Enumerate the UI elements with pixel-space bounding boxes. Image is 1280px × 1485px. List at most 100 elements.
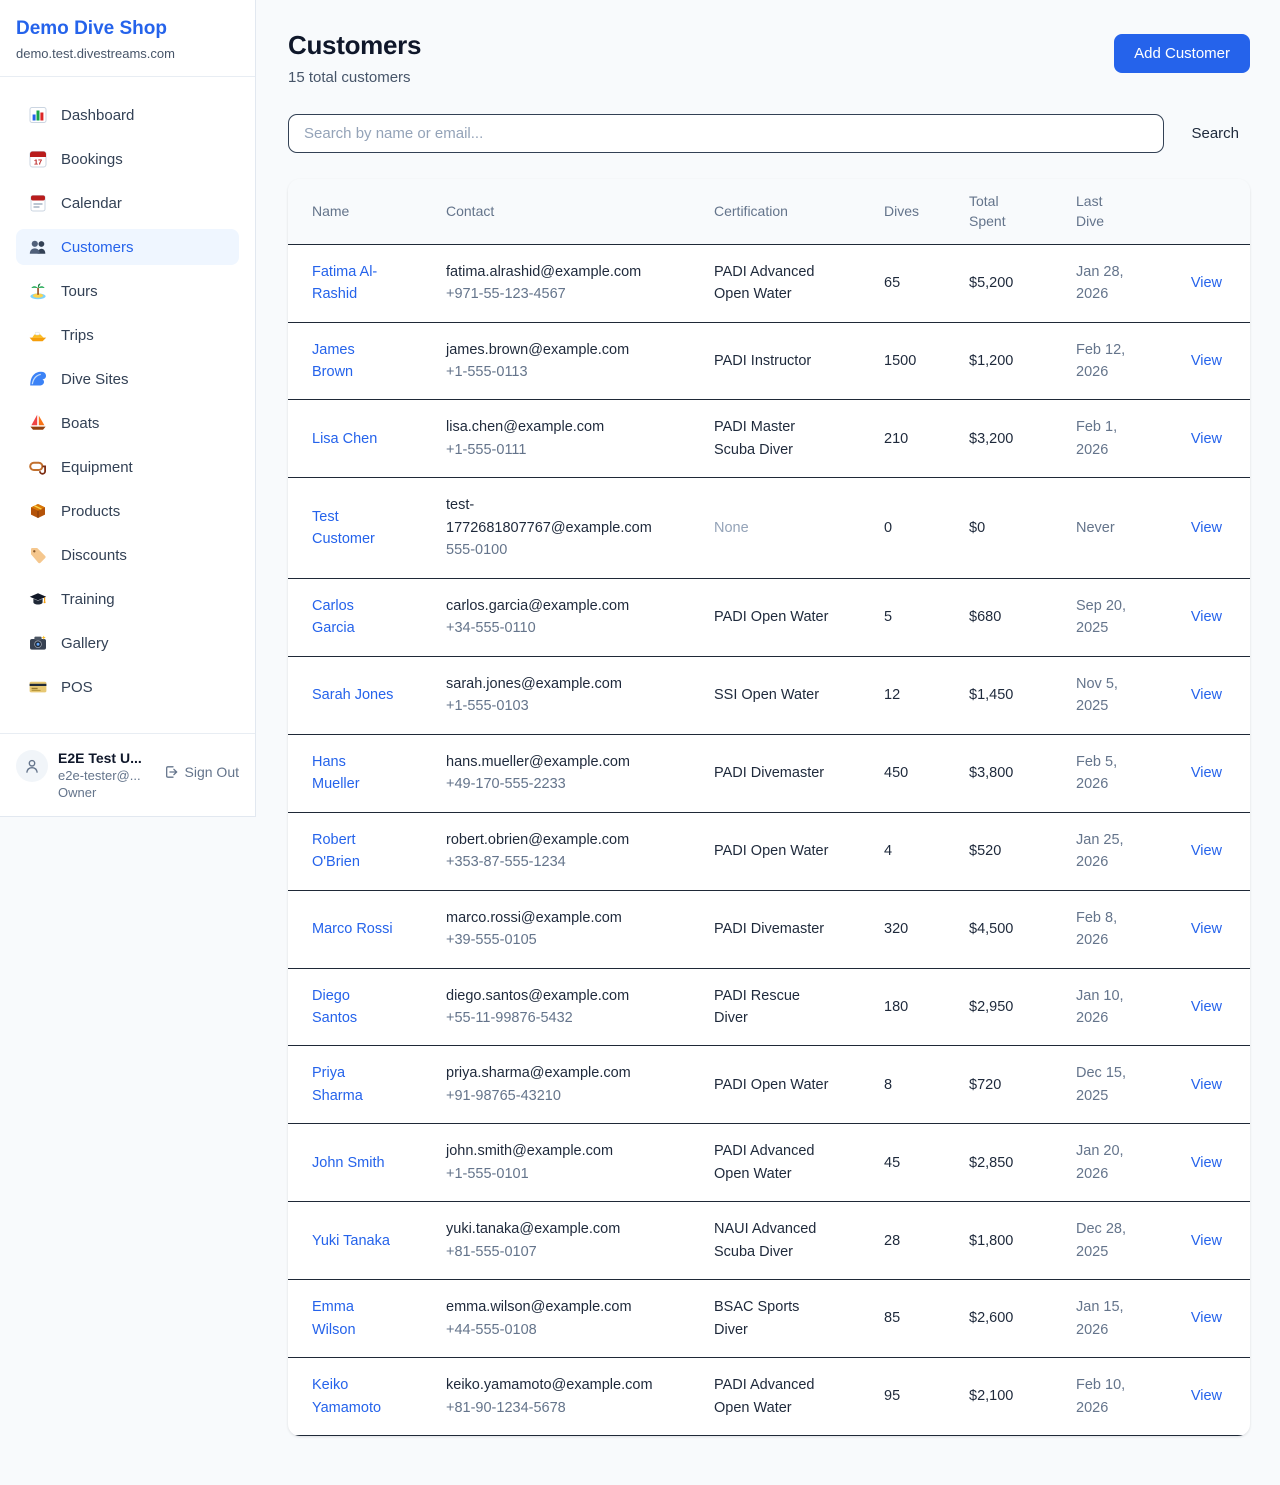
view-link[interactable]: View	[1191, 609, 1222, 625]
customer-certification: PADI Advanced Open Water	[714, 261, 834, 306]
view-link[interactable]: View	[1191, 921, 1222, 937]
customer-name-link[interactable]: James Brown	[312, 339, 396, 384]
search-button[interactable]: Search	[1191, 125, 1239, 142]
island-icon	[28, 281, 48, 301]
table-row: James Brown james.brown@example.com +1-5…	[288, 322, 1250, 400]
customer-email: lisa.chen@example.com	[446, 416, 658, 438]
customer-name-link[interactable]: Fatima Al-Rashid	[312, 261, 396, 306]
customer-phone: +55-11-99876-5432	[446, 1007, 690, 1029]
customer-dives: 320	[872, 890, 957, 968]
customer-dives: 5	[872, 578, 957, 656]
customer-email: test-1772681807767@example.com	[446, 494, 658, 539]
table-row: Diego Santos diego.santos@example.com +5…	[288, 968, 1250, 1046]
customer-total-spent: $1,200	[957, 322, 1064, 400]
customer-phone: +34-555-0110	[446, 617, 690, 639]
customer-phone: +1-555-0113	[446, 361, 690, 383]
sidebar-item[interactable]: Customers	[16, 229, 239, 265]
search-input[interactable]	[288, 114, 1164, 153]
sidebar-header: Demo Dive Shop demo.test.divestreams.com	[0, 0, 255, 77]
view-link[interactable]: View	[1191, 999, 1222, 1015]
sidebar-item-label: Tours	[61, 283, 98, 300]
customer-certification: PADI Rescue Diver	[714, 985, 834, 1030]
col-header-contact: Contact	[434, 179, 702, 244]
customer-last-dive: Feb 1, 2026	[1076, 416, 1142, 461]
customer-last-dive: Nov 5, 2025	[1076, 673, 1142, 718]
sidebar-item[interactable]: Dashboard	[16, 97, 239, 133]
customer-phone: +1-555-0101	[446, 1163, 690, 1185]
view-link[interactable]: View	[1191, 765, 1222, 781]
customer-dives: 180	[872, 968, 957, 1046]
customer-name-link[interactable]: Hans Mueller	[312, 751, 396, 796]
search-row: Search	[288, 114, 1250, 153]
customer-name-link[interactable]: John Smith	[312, 1152, 385, 1174]
user-name: E2E Test U...	[58, 750, 153, 766]
view-link[interactable]: View	[1191, 687, 1222, 703]
customer-email: priya.sharma@example.com	[446, 1062, 658, 1084]
sidebar-item[interactable]: Gallery	[16, 625, 239, 661]
user-email: e2e-tester@...	[58, 768, 153, 783]
customer-name-link[interactable]: Marco Rossi	[312, 918, 393, 940]
customer-email: james.brown@example.com	[446, 339, 658, 361]
customer-certification: None	[714, 517, 834, 539]
sidebar-item[interactable]: Training	[16, 581, 239, 617]
col-header-certification: Certification	[702, 179, 872, 244]
page-header: Customers 15 total customers Add Custome…	[288, 30, 1250, 86]
sidebar-item[interactable]: Dive Sites	[16, 361, 239, 397]
tag-icon	[28, 545, 48, 565]
sidebar-item-label: Bookings	[61, 151, 123, 168]
table-header-row: Name Contact Certification Dives Total S…	[288, 179, 1250, 244]
avatar	[16, 750, 48, 782]
add-customer-button[interactable]: Add Customer	[1114, 34, 1250, 73]
customer-name-link[interactable]: Priya Sharma	[312, 1062, 396, 1107]
sidebar-item[interactable]: POS	[16, 669, 239, 705]
customer-dives: 12	[872, 656, 957, 734]
speedboat-icon	[28, 325, 48, 345]
sign-out-button[interactable]: Sign Out	[163, 764, 239, 780]
customer-total-spent: $2,950	[957, 968, 1064, 1046]
customer-name-link[interactable]: Lisa Chen	[312, 428, 377, 450]
customer-name-link[interactable]: Yuki Tanaka	[312, 1230, 390, 1252]
view-link[interactable]: View	[1191, 275, 1222, 291]
customer-last-dive: Feb 5, 2026	[1076, 751, 1142, 796]
sidebar-item[interactable]: Calendar	[16, 185, 239, 221]
table-row: Robert O'Brien robert.obrien@example.com…	[288, 812, 1250, 890]
svg-text:17: 17	[34, 158, 42, 167]
customer-dives: 8	[872, 1046, 957, 1124]
customer-dives: 65	[872, 244, 957, 322]
sidebar-item[interactable]: 17 Bookings	[16, 141, 239, 177]
sidebar-item-label: Dive Sites	[61, 371, 129, 388]
customer-name-link[interactable]: Test Customer	[312, 506, 396, 551]
sidebar-item[interactable]: Discounts	[16, 537, 239, 573]
sidebar-item[interactable]: Tours	[16, 273, 239, 309]
view-link[interactable]: View	[1191, 1388, 1222, 1404]
view-link[interactable]: View	[1191, 353, 1222, 369]
sidebar-item[interactable]: Trips	[16, 317, 239, 353]
customer-last-dive: Jan 20, 2026	[1076, 1140, 1142, 1185]
customer-phone: +353-87-555-1234	[446, 851, 690, 873]
customer-name-link[interactable]: Emma Wilson	[312, 1296, 396, 1341]
customer-last-dive: Dec 15, 2025	[1076, 1062, 1142, 1107]
view-link[interactable]: View	[1191, 1077, 1222, 1093]
customer-name-link[interactable]: Diego Santos	[312, 985, 396, 1030]
customer-name-link[interactable]: Carlos Garcia	[312, 595, 396, 640]
sidebar-item-label: Calendar	[61, 195, 122, 212]
view-link[interactable]: View	[1191, 1310, 1222, 1326]
customer-total-spent: $680	[957, 578, 1064, 656]
view-link[interactable]: View	[1191, 843, 1222, 859]
col-header-name: Name	[288, 179, 434, 244]
view-link[interactable]: View	[1191, 520, 1222, 536]
view-link[interactable]: View	[1191, 431, 1222, 447]
sidebar-item[interactable]: Equipment	[16, 449, 239, 485]
sidebar-item[interactable]: Boats	[16, 405, 239, 441]
customer-certification: PADI Divemaster	[714, 762, 834, 784]
customer-email: keiko.yamamoto@example.com	[446, 1374, 658, 1396]
sidebar-item[interactable]: Products	[16, 493, 239, 529]
customer-name-link[interactable]: Keiko Yamamoto	[312, 1374, 396, 1419]
package-icon	[28, 501, 48, 521]
view-link[interactable]: View	[1191, 1233, 1222, 1249]
sailboat-icon	[28, 413, 48, 433]
customer-phone: +971-55-123-4567	[446, 283, 690, 305]
view-link[interactable]: View	[1191, 1155, 1222, 1171]
customer-name-link[interactable]: Sarah Jones	[312, 684, 393, 706]
customer-name-link[interactable]: Robert O'Brien	[312, 829, 396, 874]
